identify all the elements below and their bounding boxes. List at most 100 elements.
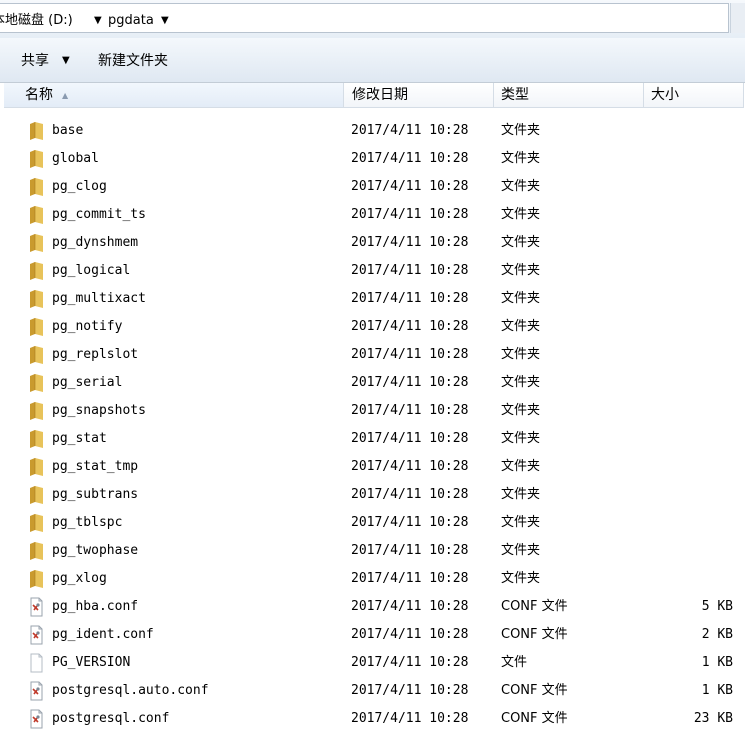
file-row[interactable]: pg_xlog 2017/4/11 10:28 文件夹 — [0, 565, 745, 593]
file-date: 2017/4/11 10:28 — [351, 291, 469, 306]
file-type: 文件夹 — [501, 571, 541, 586]
folder-icon — [28, 485, 45, 505]
file-date: 2017/4/11 10:28 — [351, 543, 469, 558]
file-name: pg_notify — [52, 319, 123, 334]
file-row[interactable]: pg_notify 2017/4/11 10:28 文件夹 — [0, 313, 745, 341]
file-row[interactable]: PG_VERSION 2017/4/11 10:28 文件 1 KB — [0, 649, 745, 677]
file-size: 5 KB — [701, 599, 733, 614]
file-row[interactable]: pg_twophase 2017/4/11 10:28 文件夹 — [0, 537, 745, 565]
file-type: 文件夹 — [501, 487, 541, 502]
file-name: pg_multixact — [52, 291, 146, 306]
file-row[interactable]: pg_subtrans 2017/4/11 10:28 文件夹 — [0, 481, 745, 509]
file-date: 2017/4/11 10:28 — [351, 207, 469, 222]
file-name: PG_VERSION — [52, 655, 131, 670]
file-row[interactable]: global 2017/4/11 10:28 文件夹 — [0, 145, 745, 173]
file-type: 文件夹 — [501, 151, 541, 166]
file-date: 2017/4/11 10:28 — [351, 375, 469, 390]
file-name: pg_serial — [52, 375, 123, 390]
file-type: 文件夹 — [501, 179, 541, 194]
file-date: 2017/4/11 10:28 — [351, 459, 469, 474]
file-name: pg_logical — [52, 263, 131, 278]
file-row[interactable]: pg_tblspc 2017/4/11 10:28 文件夹 — [0, 509, 745, 537]
file-type: 文件夹 — [501, 235, 541, 250]
file-type: CONF 文件 — [501, 627, 568, 642]
file-type: CONF 文件 — [501, 711, 568, 726]
folder-icon — [28, 541, 45, 561]
file-type: 文件夹 — [501, 123, 541, 138]
chevron-down-icon[interactable]: ▼ — [94, 13, 102, 29]
file-date: 2017/4/11 10:28 — [351, 487, 469, 502]
chevron-down-icon[interactable]: ▼ — [62, 51, 70, 71]
file-date: 2017/4/11 10:28 — [351, 319, 469, 334]
file-name: pg_ident.conf — [52, 627, 154, 642]
address-bar: 本地磁盘 (D:) ▼ pgdata ▼ — [0, 0, 745, 38]
file-row[interactable]: pg_dynshmem 2017/4/11 10:28 文件夹 — [0, 229, 745, 257]
column-header-type[interactable]: 类型 — [494, 83, 644, 108]
conf-file-icon — [28, 597, 45, 617]
file-row[interactable]: postgresql.conf 2017/4/11 10:28 CONF 文件 23 … — [0, 705, 745, 733]
file-date: 2017/4/11 10:28 — [351, 655, 469, 670]
folder-icon — [28, 233, 45, 253]
folder-icon — [28, 513, 45, 533]
column-header-date[interactable]: 修改日期 — [344, 83, 494, 108]
column-header-label: 大小 — [651, 87, 679, 103]
file-row[interactable]: pg_hba.conf 2017/4/11 10:28 CONF 文件 5 KB — [0, 593, 745, 621]
file-row[interactable]: pg_snapshots 2017/4/11 10:28 文件夹 — [0, 397, 745, 425]
file-row[interactable]: pg_serial 2017/4/11 10:28 文件夹 — [0, 369, 745, 397]
file-name: pg_stat — [52, 431, 107, 446]
file-date: 2017/4/11 10:28 — [351, 683, 469, 698]
file-size: 1 KB — [701, 683, 733, 698]
file-row[interactable]: pg_ident.conf 2017/4/11 10:28 CONF 文件 2 KB — [0, 621, 745, 649]
conf-file-icon — [28, 625, 45, 645]
file-type: 文件夹 — [501, 347, 541, 362]
file-date: 2017/4/11 10:28 — [351, 627, 469, 642]
breadcrumb[interactable]: 本地磁盘 (D:) ▼ pgdata ▼ — [0, 3, 729, 33]
file-type: 文件夹 — [501, 263, 541, 278]
column-header-size[interactable]: 大小 — [644, 83, 744, 108]
file-name: pg_tblspc — [52, 515, 123, 530]
share-button[interactable]: 共享 — [21, 51, 49, 71]
breadcrumb-folder[interactable]: pgdata — [108, 12, 154, 30]
toolbar: 共享 ▼ 新建文件夹 — [0, 38, 745, 83]
file-row[interactable]: pg_commit_ts 2017/4/11 10:28 文件夹 — [0, 201, 745, 229]
file-type: 文件夹 — [501, 403, 541, 418]
file-date: 2017/4/11 10:28 — [351, 123, 469, 138]
new-folder-button[interactable]: 新建文件夹 — [98, 51, 168, 71]
folder-icon — [28, 205, 45, 225]
file-type: 文件夹 — [501, 515, 541, 530]
address-scroll[interactable] — [730, 3, 745, 33]
column-header-label: 类型 — [501, 87, 529, 103]
file-type: 文件夹 — [501, 319, 541, 334]
column-header-row: 名称 ▲ 修改日期 类型 大小 — [0, 83, 745, 109]
folder-icon — [28, 261, 45, 281]
folder-icon — [28, 289, 45, 309]
file-size: 1 KB — [701, 655, 733, 670]
column-header-name[interactable]: 名称 ▲ — [4, 83, 344, 108]
file-name: pg_dynshmem — [52, 235, 139, 250]
file-name: pg_xlog — [52, 571, 107, 586]
file-type: 文件夹 — [501, 375, 541, 390]
file-type: 文件夹 — [501, 459, 541, 474]
file-row[interactable]: pg_stat 2017/4/11 10:28 文件夹 — [0, 425, 745, 453]
file-row[interactable]: pg_multixact 2017/4/11 10:28 文件夹 — [0, 285, 745, 313]
conf-file-icon — [28, 709, 45, 729]
file-date: 2017/4/11 10:28 — [351, 599, 469, 614]
file-row[interactable]: base 2017/4/11 10:28 文件夹 — [0, 117, 745, 145]
chevron-down-icon[interactable]: ▼ — [161, 13, 169, 29]
file-type: 文件夹 — [501, 207, 541, 222]
file-row[interactable]: pg_logical 2017/4/11 10:28 文件夹 — [0, 257, 745, 285]
file-type: CONF 文件 — [501, 683, 568, 698]
folder-icon — [28, 317, 45, 337]
file-name: global — [52, 151, 99, 166]
file-row[interactable]: pg_clog 2017/4/11 10:28 文件夹 — [0, 173, 745, 201]
file-row[interactable]: pg_replslot 2017/4/11 10:28 文件夹 — [0, 341, 745, 369]
breadcrumb-drive[interactable]: 本地磁盘 (D:) — [0, 12, 73, 30]
file-date: 2017/4/11 10:28 — [351, 347, 469, 362]
file-row[interactable]: postgresql.auto.conf 2017/4/11 10:28 CONF … — [0, 677, 745, 705]
file-type: 文件夹 — [501, 431, 541, 446]
file-type: CONF 文件 — [501, 599, 568, 614]
folder-icon — [28, 457, 45, 477]
file-date: 2017/4/11 10:28 — [351, 711, 469, 726]
file-name: pg_snapshots — [52, 403, 146, 418]
file-row[interactable]: pg_stat_tmp 2017/4/11 10:28 文件夹 — [0, 453, 745, 481]
